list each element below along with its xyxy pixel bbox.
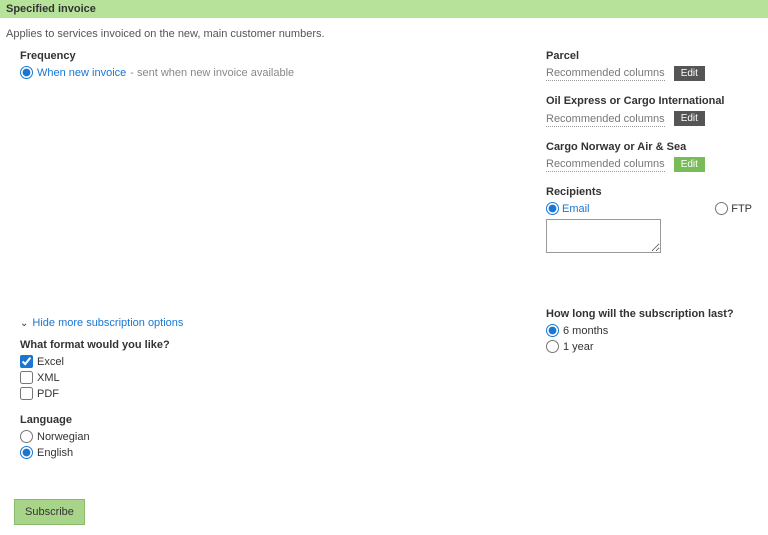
duration-1year-label: 1 year xyxy=(563,341,594,353)
duration-section: How long will the subscription last? 6 m… xyxy=(546,308,752,353)
toggle-more-options[interactable]: ⌄ Hide more subscription options xyxy=(20,317,183,329)
frequency-when-new-hint: - sent when new invoice available xyxy=(130,67,294,79)
oil-title: Oil Express or Cargo International xyxy=(546,95,752,107)
format-pdf-label: PDF xyxy=(37,388,59,400)
language-english-radio[interactable] xyxy=(20,446,33,459)
oil-section: Oil Express or Cargo International Recom… xyxy=(546,95,752,126)
format-label: What format would you like? xyxy=(20,339,546,351)
page-description: Applies to services invoiced on the new,… xyxy=(0,18,768,48)
language-norwegian-radio[interactable] xyxy=(20,430,33,443)
chevron-down-icon: ⌄ xyxy=(20,318,28,329)
duration-6months-radio[interactable] xyxy=(546,324,559,337)
recipients-ftp-label: FTP xyxy=(731,203,752,215)
language-section: Language Norwegian English xyxy=(20,414,546,459)
recipients-email-label: Email xyxy=(562,203,590,215)
frequency-section: Frequency When new invoice - sent when n… xyxy=(20,50,546,79)
page-header-ribbon: Specified invoice xyxy=(0,0,768,18)
language-english-label: English xyxy=(37,447,73,459)
parcel-section: Parcel Recommended columns Edit xyxy=(546,50,752,81)
language-label: Language xyxy=(20,414,546,426)
format-xml-checkbox[interactable] xyxy=(20,371,33,384)
toggle-more-options-label: Hide more subscription options xyxy=(32,317,183,329)
cargo-title: Cargo Norway or Air & Sea xyxy=(546,141,752,153)
duration-label: How long will the subscription last? xyxy=(546,308,752,320)
recipients-email-radio[interactable] xyxy=(546,202,559,215)
parcel-title: Parcel xyxy=(546,50,752,62)
page-title: Specified invoice xyxy=(6,3,96,15)
language-norwegian-label: Norwegian xyxy=(37,431,90,443)
format-pdf-checkbox[interactable] xyxy=(20,387,33,400)
parcel-edit-button[interactable]: Edit xyxy=(674,66,705,81)
recipients-ftp-radio[interactable] xyxy=(715,202,728,215)
cargo-section: Cargo Norway or Air & Sea Recommended co… xyxy=(546,141,752,172)
format-excel-label: Excel xyxy=(37,356,64,368)
recipients-section: Recipients Email FTP xyxy=(546,186,752,256)
oil-edit-button[interactable]: Edit xyxy=(674,111,705,126)
frequency-label: Frequency xyxy=(20,50,546,62)
oil-recommended-link[interactable]: Recommended columns xyxy=(546,113,665,127)
cargo-recommended-link[interactable]: Recommended columns xyxy=(546,158,665,172)
recipients-title: Recipients xyxy=(546,186,752,198)
frequency-when-new-label: When new invoice xyxy=(37,67,126,79)
duration-1year-radio[interactable] xyxy=(546,340,559,353)
format-section: What format would you like? Excel XML PD… xyxy=(20,339,546,400)
frequency-when-new-radio[interactable] xyxy=(20,66,33,79)
format-excel-checkbox[interactable] xyxy=(20,355,33,368)
cargo-edit-button[interactable]: Edit xyxy=(674,157,705,172)
format-xml-label: XML xyxy=(37,372,60,384)
recipients-textarea[interactable] xyxy=(546,219,661,253)
parcel-recommended-link[interactable]: Recommended columns xyxy=(546,67,665,81)
duration-6months-label: 6 months xyxy=(563,325,608,337)
subscribe-button[interactable]: Subscribe xyxy=(14,499,85,525)
